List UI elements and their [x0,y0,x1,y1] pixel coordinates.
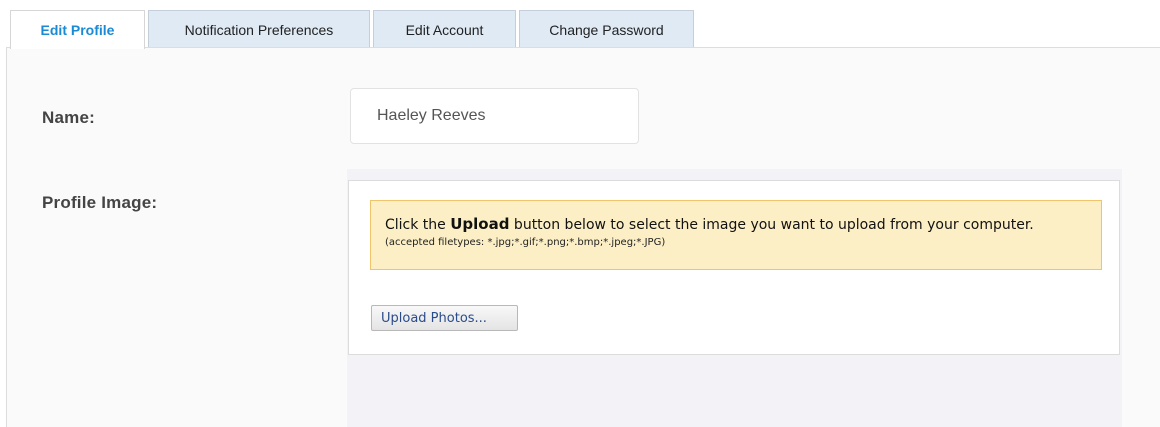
upload-photos-button[interactable]: Upload Photos... [371,305,518,331]
upload-instructions-prefix: Click the [385,217,451,233]
name-input[interactable] [350,88,639,144]
settings-tabs: Edit Profile Notification Preferences Ed… [10,10,697,49]
edit-profile-panel: Name: Profile Image: Click the Upload bu… [6,47,1160,427]
upload-notice: Click the Upload button below to select … [370,200,1102,270]
upload-box: Click the Upload button below to select … [348,180,1120,355]
profile-image-upload-area: Click the Upload button below to select … [347,169,1122,427]
upload-instructions-suffix: button below to select the image you wan… [509,217,1034,233]
tab-edit-profile[interactable]: Edit Profile [10,10,145,49]
name-label: Name: [42,108,95,127]
tab-edit-account[interactable]: Edit Account [373,10,516,48]
profile-settings-page: Edit Profile Notification Preferences Ed… [0,0,1160,427]
profile-image-label: Profile Image: [42,193,158,212]
accepted-filetypes: (accepted filetypes: *.jpg;*.gif;*.png;*… [385,237,666,248]
tab-change-password[interactable]: Change Password [519,10,694,48]
upload-instructions: Click the Upload button below to select … [385,215,1087,234]
upload-instructions-bold: Upload [450,215,510,233]
tab-notification-preferences[interactable]: Notification Preferences [148,10,370,48]
